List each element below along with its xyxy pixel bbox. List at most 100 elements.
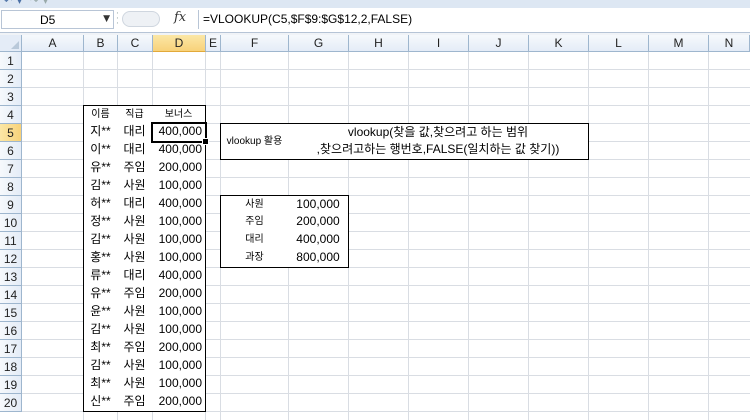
row-header-3[interactable]: 3 bbox=[0, 88, 22, 106]
usage-note-label[interactable]: vlookup 활용 bbox=[220, 123, 289, 160]
employee-name-cell[interactable]: 지** bbox=[83, 123, 118, 142]
employee-name-cell[interactable]: 허** bbox=[83, 195, 118, 214]
column-header-c[interactable]: C bbox=[118, 35, 153, 52]
row-header-15[interactable]: 15 bbox=[0, 304, 22, 322]
lookup-bonus-cell[interactable]: 200,000 bbox=[288, 213, 349, 232]
employee-bonus-cell[interactable]: 200,000 bbox=[152, 339, 206, 358]
row-header-10[interactable]: 10 bbox=[0, 214, 22, 232]
employee-rank-cell[interactable]: 대리 bbox=[117, 195, 153, 214]
employee-rank-cell[interactable]: 사원 bbox=[117, 303, 153, 322]
column-header-j[interactable]: J bbox=[469, 35, 529, 52]
employee-name-cell[interactable]: 류** bbox=[83, 267, 118, 286]
employee-rank-cell[interactable]: 주임 bbox=[117, 285, 153, 304]
column-header-e[interactable]: E bbox=[206, 35, 221, 52]
lookup-rank-cell[interactable]: 대리 bbox=[220, 231, 289, 250]
employee-name-cell[interactable]: 유** bbox=[83, 159, 118, 178]
collapsed-buttons-pill[interactable] bbox=[122, 11, 160, 27]
row-header-18[interactable]: 18 bbox=[0, 358, 22, 376]
employee-bonus-cell[interactable]: 100,000 bbox=[152, 213, 206, 232]
employee-rank-cell[interactable]: 주임 bbox=[117, 339, 153, 358]
column-header-f[interactable]: F bbox=[221, 35, 289, 52]
row-header-19[interactable]: 19 bbox=[0, 376, 22, 394]
name-box[interactable]: D5 ▼ bbox=[1, 10, 114, 29]
redo-dropdown-icon[interactable]: ▾ bbox=[43, 0, 48, 7]
employee-name-cell[interactable]: 홍** bbox=[83, 249, 118, 268]
row-header-11[interactable]: 11 bbox=[0, 232, 22, 250]
row-header-20[interactable]: 20 bbox=[0, 394, 22, 412]
row-header-12[interactable]: 12 bbox=[0, 250, 22, 268]
row-header-14[interactable]: 14 bbox=[0, 286, 22, 304]
row-header-9[interactable]: 9 bbox=[0, 196, 22, 214]
column-header-a[interactable]: A bbox=[22, 35, 84, 52]
employee-bonus-cell[interactable]: 100,000 bbox=[152, 303, 206, 322]
row-header-4[interactable]: 4 bbox=[0, 106, 22, 124]
chevron-down-icon[interactable]: ▼ bbox=[103, 14, 110, 24]
employee-name-cell[interactable]: 이** bbox=[83, 141, 118, 160]
column-header-b[interactable]: B bbox=[84, 35, 118, 52]
employee-rank-cell[interactable]: 대리 bbox=[117, 141, 153, 160]
employee-rank-cell[interactable]: 사원 bbox=[117, 375, 153, 394]
employee-rank-cell[interactable]: 대리 bbox=[117, 123, 153, 142]
employee-name-cell[interactable]: 최** bbox=[83, 339, 118, 358]
lookup-bonus-cell[interactable]: 100,000 bbox=[288, 195, 349, 214]
insert-function-icon[interactable]: fx bbox=[174, 10, 186, 25]
employee-bonus-cell[interactable]: 400,000 bbox=[152, 141, 206, 160]
select-all-corner[interactable] bbox=[0, 35, 22, 52]
row-header-17[interactable]: 17 bbox=[0, 340, 22, 358]
employee-name-cell[interactable]: 정** bbox=[83, 213, 118, 232]
row-header-8[interactable]: 8 bbox=[0, 178, 22, 196]
employee-rank-cell[interactable]: 사원 bbox=[117, 177, 153, 196]
employee-bonus-cell[interactable]: 100,000 bbox=[152, 249, 206, 268]
employee-bonus-cell[interactable]: 400,000 bbox=[152, 195, 206, 214]
lookup-rank-cell[interactable]: 과장 bbox=[220, 249, 289, 268]
column-header-l[interactable]: L bbox=[589, 35, 649, 52]
employee-bonus-cell[interactable]: 200,000 bbox=[152, 285, 206, 304]
row-header-16[interactable]: 16 bbox=[0, 322, 22, 340]
row-header-5[interactable]: 5 bbox=[0, 124, 22, 142]
employee-name-cell[interactable]: 유** bbox=[83, 285, 118, 304]
undo-dropdown-icon[interactable]: ▾ bbox=[17, 0, 22, 7]
employee-rank-cell[interactable]: 사원 bbox=[117, 231, 153, 250]
employee-rank-cell[interactable]: 사원 bbox=[117, 321, 153, 340]
table-header-cell[interactable]: 이름 bbox=[83, 105, 118, 124]
employee-bonus-cell[interactable]: 200,000 bbox=[152, 159, 206, 178]
employee-bonus-cell[interactable]: 400,000 bbox=[152, 123, 206, 142]
lookup-rank-cell[interactable]: 사원 bbox=[220, 195, 289, 214]
row-header-7[interactable]: 7 bbox=[0, 160, 22, 178]
column-header-g[interactable]: G bbox=[289, 35, 349, 52]
employee-bonus-cell[interactable]: 400,000 bbox=[152, 267, 206, 286]
column-header-h[interactable]: H bbox=[349, 35, 409, 52]
lookup-rank-cell[interactable]: 주임 bbox=[220, 213, 289, 232]
employee-rank-cell[interactable]: 주임 bbox=[117, 159, 153, 178]
row-header-1[interactable]: 1 bbox=[0, 52, 22, 70]
usage-note-text[interactable]: vlookup(찾을 값,찾으려고 하는 범위 ,찾으려고하는 행번호,FALSE… bbox=[288, 123, 589, 160]
employee-bonus-cell[interactable]: 100,000 bbox=[152, 321, 206, 340]
employee-bonus-cell[interactable]: 100,000 bbox=[152, 357, 206, 376]
lookup-bonus-cell[interactable]: 800,000 bbox=[288, 249, 349, 268]
table-header-cell[interactable]: 직급 bbox=[117, 105, 153, 124]
employee-name-cell[interactable]: 김** bbox=[83, 321, 118, 340]
employee-rank-cell[interactable]: 주임 bbox=[117, 393, 153, 412]
employee-rank-cell[interactable]: 사원 bbox=[117, 357, 153, 376]
column-header-m[interactable]: M bbox=[649, 35, 709, 52]
employee-rank-cell[interactable]: 사원 bbox=[117, 213, 153, 232]
employee-rank-cell[interactable]: 사원 bbox=[117, 249, 153, 268]
employee-name-cell[interactable]: 최** bbox=[83, 375, 118, 394]
employee-bonus-cell[interactable]: 200,000 bbox=[152, 393, 206, 412]
row-header-6[interactable]: 6 bbox=[0, 142, 22, 160]
employee-bonus-cell[interactable]: 100,000 bbox=[152, 231, 206, 250]
employee-name-cell[interactable]: 윤** bbox=[83, 303, 118, 322]
redo-icon[interactable]: ↷ bbox=[30, 0, 38, 7]
employee-bonus-cell[interactable]: 100,000 bbox=[152, 375, 206, 394]
employee-name-cell[interactable]: 김** bbox=[83, 357, 118, 376]
column-header-i[interactable]: I bbox=[409, 35, 469, 52]
employee-bonus-cell[interactable]: 100,000 bbox=[152, 177, 206, 196]
lookup-bonus-cell[interactable]: 400,000 bbox=[288, 231, 349, 250]
row-header-2[interactable]: 2 bbox=[0, 70, 22, 88]
employee-rank-cell[interactable]: 대리 bbox=[117, 267, 153, 286]
formula-input[interactable]: =VLOOKUP(C5,$F$9:$G$12,2,FALSE) bbox=[198, 10, 748, 29]
employee-name-cell[interactable]: 신** bbox=[83, 393, 118, 412]
column-header-k[interactable]: K bbox=[529, 35, 589, 52]
employee-name-cell[interactable]: 김** bbox=[83, 177, 118, 196]
column-header-d[interactable]: D bbox=[153, 35, 206, 52]
